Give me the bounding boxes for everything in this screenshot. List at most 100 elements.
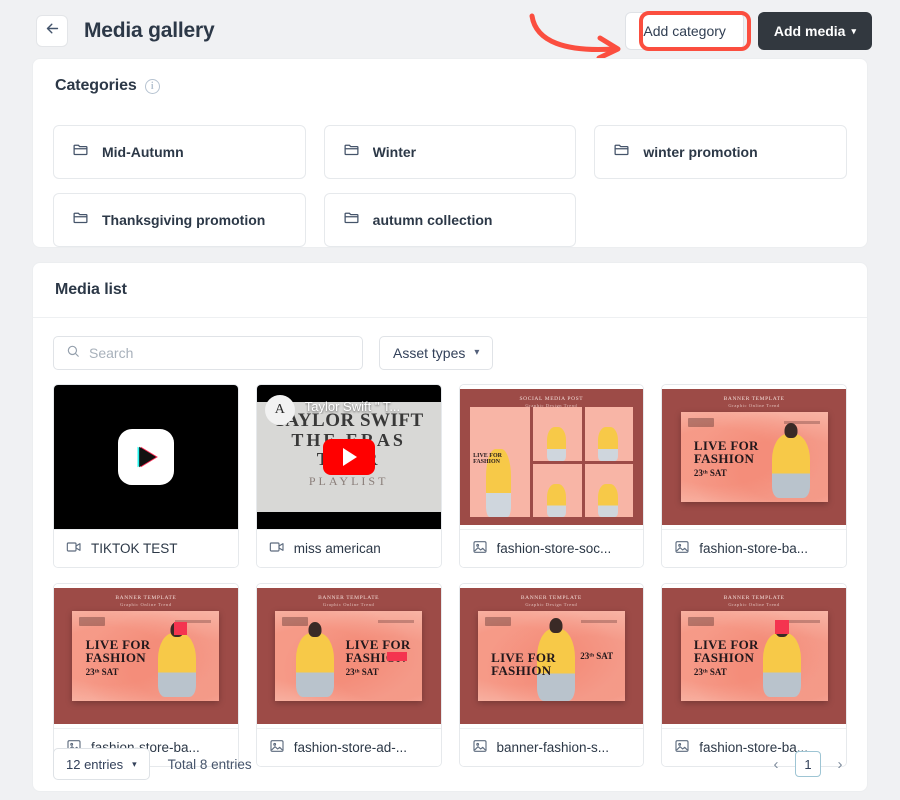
banner-date: 23ᵗʰ SAT — [580, 649, 613, 661]
page-header: Media gallery Add category Add media ▾ — [0, 0, 900, 62]
logo-shape — [484, 617, 511, 627]
accent-chip — [387, 652, 408, 662]
media-thumbnail: BANNER TEMPLATE Graphic Design Trend LIV… — [459, 584, 644, 728]
total-entries-label: Total 8 entries — [167, 756, 252, 772]
back-button[interactable] — [36, 15, 68, 47]
banner-text: LIVE FOR FASHION 23ᵗʰ SAT — [694, 638, 759, 677]
banner-line-2: FASHION — [693, 650, 755, 666]
category-item[interactable]: Mid-Autumn — [53, 125, 306, 179]
poster-subtitle-text: Graphic Online Trend — [322, 602, 375, 607]
banner-line-1: LIVE FOR — [345, 637, 411, 653]
categories-title: Categories — [55, 77, 137, 94]
media-list-footer: 12 entries ▾ Total 8 entries ‹ 1 › — [33, 737, 867, 791]
accent-chip — [174, 621, 188, 635]
nav-shape — [378, 620, 415, 624]
categories-header: Categories i — [33, 59, 867, 113]
header-actions: Add category Add media ▾ — [625, 12, 872, 50]
media-card-label: miss american — [256, 529, 441, 567]
poster-subtitle-text: Graphic Design Trend — [525, 602, 578, 607]
artwork-line-3: PLAYLIST — [308, 473, 389, 488]
media-thumbnail: BANNER TEMPLATE Graphic Online Trend LIV… — [662, 385, 846, 529]
figure-shape — [546, 427, 567, 461]
folder-icon — [72, 209, 89, 231]
category-item[interactable]: winter promotion — [594, 125, 847, 179]
prev-page-button[interactable]: ‹ — [769, 756, 783, 773]
media-thumbnail: TAYLOR SWIFT THE ERAS TOUR PLAYLIST A Ta… — [256, 385, 441, 529]
letterbox-bar — [256, 512, 441, 529]
folder-icon — [613, 141, 630, 163]
media-card[interactable]: TIKTOK TEST — [53, 384, 239, 568]
media-card[interactable]: TAYLOR SWIFT THE ERAS TOUR PLAYLIST A Ta… — [255, 384, 442, 568]
add-category-button[interactable]: Add category — [625, 12, 744, 50]
media-card-label: fashion-store-soc... — [459, 529, 644, 567]
category-item[interactable]: Winter — [323, 125, 577, 179]
banner-line-3: 23ᵗʰ SAT — [693, 467, 727, 478]
collage-tile-text: LIVE FOR FASHION — [473, 453, 502, 466]
media-thumbnail — [54, 385, 238, 529]
chevron-down-icon: ▾ — [132, 758, 137, 769]
image-icon — [472, 539, 488, 558]
asset-types-label: Asset types — [393, 345, 466, 361]
media-card[interactable]: BANNER TEMPLATE Graphic Online Trend LIV… — [661, 384, 847, 568]
media-gallery-page: Media gallery Add category Add media ▾ C… — [0, 0, 900, 800]
media-grid: TIKTOK TEST TAYLOR SWIFT THE ERAS TOUR P… — [33, 370, 867, 767]
media-thumbnail: BANNER TEMPLATE Graphic Online Trend LIV… — [256, 584, 441, 728]
search-input[interactable] — [89, 345, 350, 361]
poster-title-text: BANNER TEMPLATE — [115, 595, 177, 601]
search-box[interactable] — [53, 336, 363, 370]
folder-icon — [72, 141, 89, 163]
image-icon — [674, 539, 690, 558]
poster-subtitle-text: Graphic Online Trend — [120, 602, 172, 607]
category-item[interactable]: Thanksgiving promotion — [53, 193, 306, 247]
category-label: autumn collection — [372, 212, 493, 228]
media-list-header: Media list — [33, 263, 867, 317]
category-label: Thanksgiving promotion — [102, 212, 266, 228]
logo-shape — [282, 617, 309, 627]
media-card-label: TIKTOK TEST — [54, 529, 238, 567]
banner-line-3: 23ᵗʰ SAT — [693, 666, 727, 677]
poster-subtitle-text: Graphic Design Trend — [525, 403, 578, 408]
poster-title: BANNER TEMPLATE Graphic Online Trend — [662, 396, 846, 408]
category-label: Mid-Autumn — [102, 144, 184, 160]
banner-artwork: LIVE FOR FASHION 23ᵗʰ SAT — [680, 412, 828, 502]
chevron-down-icon: ▾ — [851, 25, 856, 36]
youtube-play-icon[interactable] — [322, 439, 375, 475]
banner-line-3: 23ᵗʰ SAT — [345, 666, 379, 677]
page-number-button[interactable]: 1 — [795, 751, 821, 777]
banner-artwork: LIVE FOR FASHION 23ᵗʰ SAT — [477, 611, 625, 701]
search-icon — [66, 344, 80, 363]
banner-line-1: LIVE FOR — [85, 637, 151, 653]
entries-per-page-select[interactable]: 12 entries ▾ — [53, 748, 150, 780]
poster-collage: LIVE FOR FASHION — [469, 407, 634, 517]
figure-shape — [598, 483, 618, 517]
next-page-button[interactable]: › — [833, 756, 847, 773]
logo-shape — [79, 617, 106, 627]
folder-icon — [343, 209, 360, 231]
video-camera-icon — [269, 539, 285, 558]
banner-line-2: FASHION — [491, 662, 552, 678]
poster-artwork: SOCIAL MEDIA POST Graphic Design Trend L… — [459, 389, 644, 525]
categories-panel: Categories i Mid-Autumn Winter winter pr… — [32, 58, 868, 248]
add-media-button[interactable]: Add media ▾ — [757, 12, 872, 50]
chevron-down-icon: ▾ — [474, 347, 480, 358]
video-camera-icon — [66, 539, 82, 558]
collage-tile — [533, 463, 582, 517]
poster-subtitle-text: Graphic Online Trend — [728, 602, 780, 607]
collage-tile — [584, 463, 634, 517]
figure-shape — [771, 433, 810, 499]
poster-artwork: BANNER TEMPLATE Graphic Online Trend LIV… — [662, 588, 846, 724]
poster-title: BANNER TEMPLATE Graphic Online Trend — [662, 595, 846, 607]
category-item[interactable]: autumn collection — [323, 193, 577, 247]
media-list-title: Media list — [55, 281, 127, 298]
tiktok-play-icon — [117, 429, 174, 485]
media-card[interactable]: SOCIAL MEDIA POST Graphic Design Trend L… — [458, 384, 645, 568]
info-icon[interactable]: i — [144, 78, 160, 94]
media-list-panel: Media list Asset types ▾ — [32, 262, 868, 792]
pagination: ‹ 1 › — [769, 751, 847, 777]
collage-tile — [584, 407, 634, 461]
asset-types-dropdown[interactable]: Asset types ▾ — [379, 336, 494, 370]
accent-chip — [775, 620, 790, 635]
add-media-label: Add media — [773, 23, 846, 39]
poster-title: BANNER TEMPLATE Graphic Online Trend — [54, 595, 238, 607]
poster-artwork: BANNER TEMPLATE Graphic Online Trend LIV… — [662, 389, 846, 525]
